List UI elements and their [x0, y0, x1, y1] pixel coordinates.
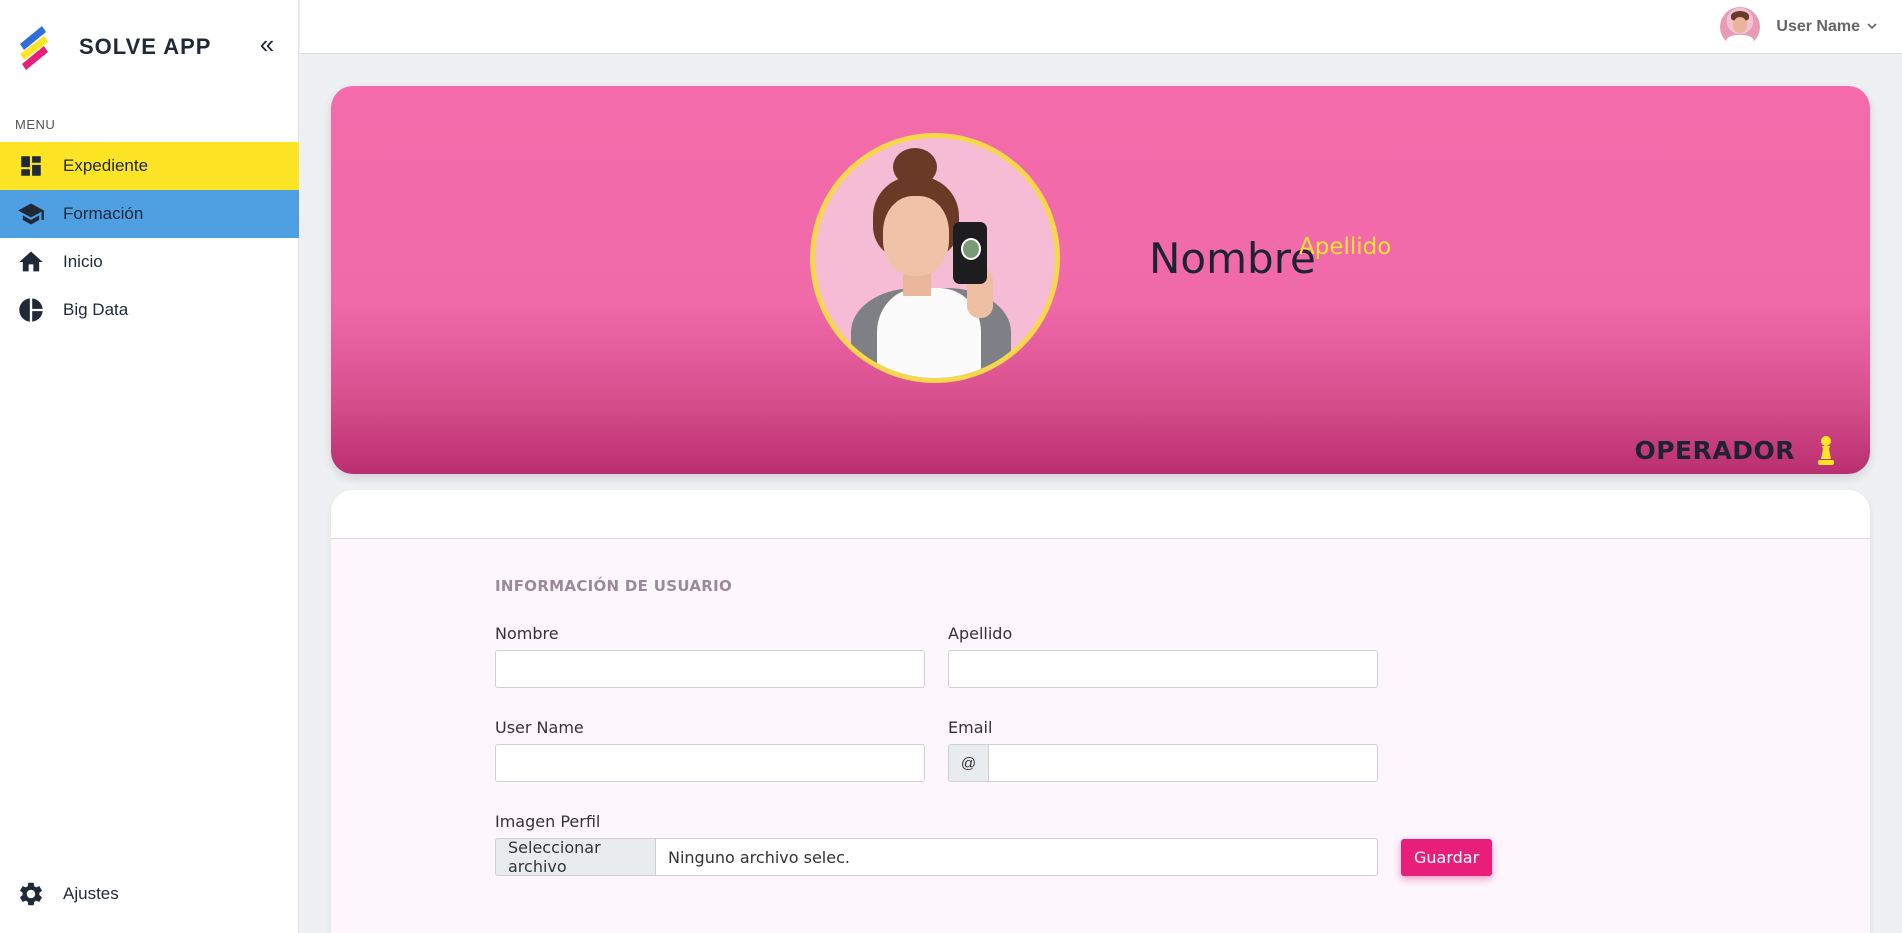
sidebar-item-expediente[interactable]: Expediente [0, 142, 299, 190]
profile-photo [810, 133, 1060, 383]
home-icon [16, 247, 46, 277]
sidebar-item-label: Inicio [63, 252, 103, 271]
sidebar-item-big-data[interactable]: Big Data [0, 286, 299, 334]
dashboard-icon [16, 151, 46, 181]
email-at-addon: @ [948, 744, 989, 782]
user-name: User Name [1776, 18, 1860, 35]
graduation-cap-icon [16, 199, 46, 229]
user-menu[interactable]: User Name [1720, 6, 1878, 48]
pie-chart-icon [16, 295, 46, 325]
email-input[interactable] [988, 744, 1378, 782]
username-input[interactable] [495, 744, 925, 782]
sidebar-item-inicio[interactable]: Inicio [0, 238, 299, 286]
choose-file-button[interactable]: Seleccionar archivo [495, 838, 656, 876]
sidebar-item-ajustes[interactable]: Ajustes [0, 870, 299, 918]
username-label: User Name [495, 718, 584, 737]
user-info-card: INFORMACIÓN DE USUARIO Nombre Apellido U… [331, 490, 1870, 933]
email-label: Email [948, 718, 993, 737]
profile-first-name: Nombre [1149, 234, 1316, 283]
app-logo-icon [20, 26, 48, 70]
avatar [1720, 7, 1761, 47]
save-button[interactable]: Guardar [1401, 839, 1493, 876]
brand: SOLVE APP « [0, 0, 299, 90]
nombre-label: Nombre [495, 624, 559, 643]
gear-icon [16, 879, 46, 909]
apellido-label: Apellido [948, 624, 1013, 643]
sidebar-nav: Expediente Formación Inicio Big Data [0, 142, 299, 334]
card-header [331, 490, 1870, 539]
sidebar-item-label: Big Data [63, 300, 129, 319]
apellido-input[interactable] [948, 650, 1378, 688]
profile-last-name: Apellido [1299, 234, 1392, 260]
sidebar-item-label: Formación [63, 204, 144, 223]
image-label: Imagen Perfil [495, 812, 601, 831]
settings-label: Ajustes [63, 884, 119, 903]
app-name: SOLVE APP [79, 34, 212, 59]
collapse-sidebar-button[interactable]: « [252, 30, 282, 60]
nombre-input[interactable] [495, 650, 925, 688]
card-body: INFORMACIÓN DE USUARIO Nombre Apellido U… [331, 539, 1870, 933]
section-title: INFORMACIÓN DE USUARIO [495, 577, 733, 595]
role-label: OPERADOR [1634, 436, 1795, 465]
chess-pawn-icon [1818, 436, 1834, 465]
profile-banner: Nombre Apellido OPERADOR [331, 86, 1870, 474]
file-name-field[interactable]: Ninguno archivo selec. [656, 838, 1378, 876]
sidebar-item-label: Expediente [63, 156, 149, 175]
chevron-down-icon [1866, 20, 1878, 35]
sidebar: SOLVE APP « MENU Expediente Formación In… [0, 0, 299, 933]
menu-label: MENU [15, 117, 56, 132]
sidebar-item-formacion[interactable]: Formación [0, 190, 299, 238]
topbar: User Name [300, 0, 1902, 54]
